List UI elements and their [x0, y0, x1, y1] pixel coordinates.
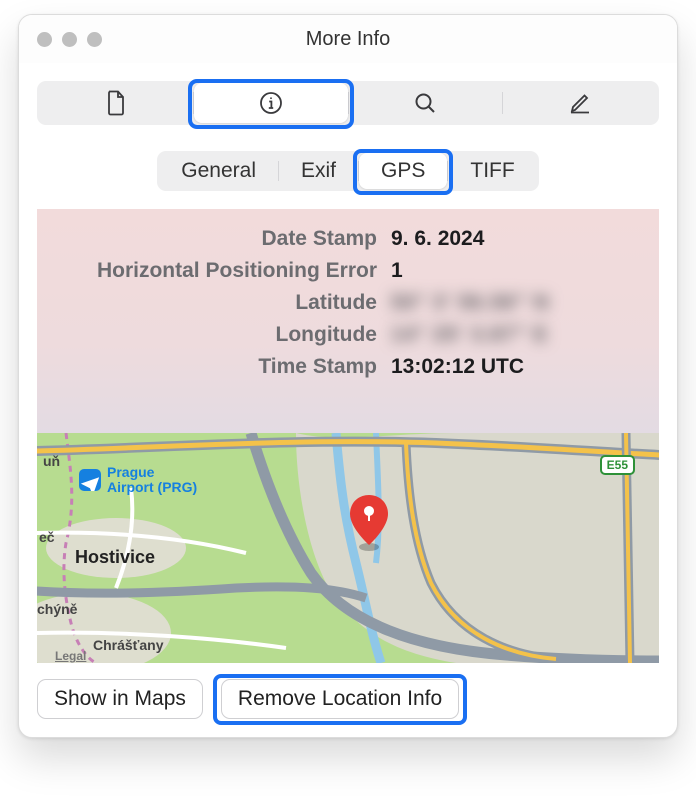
search-icon: [413, 91, 437, 115]
meta-label: Latitude: [37, 291, 377, 315]
meta-label: Date Stamp: [37, 227, 377, 251]
location-pin-icon: [347, 493, 391, 553]
tab-search[interactable]: [349, 83, 503, 123]
subtab-tiff[interactable]: TIFF: [448, 153, 536, 189]
metadata-tabs: General Exif GPS TIFF: [157, 151, 538, 191]
meta-value: 1: [391, 259, 659, 283]
tab-edit[interactable]: [503, 83, 657, 123]
place-label: uň: [43, 453, 60, 469]
map-legal-link[interactable]: Legal: [55, 649, 86, 663]
tab-document[interactable]: [39, 83, 193, 123]
meta-value-redacted: 50° 3' 56.56" N: [391, 291, 659, 315]
meta-row: Latitude 50° 3' 56.56" N: [37, 287, 659, 319]
subtab-gps[interactable]: GPS: [359, 153, 447, 189]
meta-value: 13:02:12 UTC: [391, 355, 659, 379]
road-badge: E55: [600, 455, 635, 475]
meta-row: Date Stamp 9. 6. 2024: [37, 223, 659, 255]
airport-label: Prague Airport (PRG): [79, 465, 197, 496]
location-map[interactable]: Prague Airport (PRG) uň eč Hostivice chý…: [37, 433, 659, 663]
meta-row: Longitude 14° 25' 3.87" E: [37, 319, 659, 351]
titlebar: More Info: [19, 15, 677, 63]
place-label: eč: [39, 529, 55, 545]
meta-row: Time Stamp 13:02:12 UTC: [37, 351, 659, 383]
meta-label: Time Stamp: [37, 355, 377, 379]
main-toolbar: [37, 81, 659, 125]
more-info-window: More Info General Exif GPS TIFF: [18, 14, 678, 738]
tab-info[interactable]: [194, 83, 348, 123]
info-icon: [259, 91, 283, 115]
subtab-exif[interactable]: Exif: [279, 153, 358, 189]
remove-location-button[interactable]: Remove Location Info: [221, 679, 459, 719]
subtab-general[interactable]: General: [159, 153, 278, 189]
city-label: Hostivice: [75, 547, 155, 568]
meta-row: Horizontal Positioning Error 1: [37, 255, 659, 287]
airplane-icon: [79, 469, 101, 491]
action-buttons-row: Show in Maps Remove Location Info: [37, 679, 659, 719]
airport-text: Prague Airport (PRG): [107, 465, 197, 496]
show-in-maps-button[interactable]: Show in Maps: [37, 679, 203, 719]
pencil-icon: [568, 91, 592, 115]
place-label: Chrášťany: [93, 637, 164, 653]
gps-metadata-panel: Date Stamp 9. 6. 2024 Horizontal Positio…: [37, 209, 659, 433]
meta-label: Longitude: [37, 323, 377, 347]
window-title: More Info: [19, 28, 677, 51]
meta-value: 9. 6. 2024: [391, 227, 659, 251]
meta-label: Horizontal Positioning Error: [37, 259, 377, 283]
place-label: chýně: [37, 601, 77, 617]
document-icon: [105, 90, 127, 116]
meta-value-redacted: 14° 25' 3.87" E: [391, 323, 659, 347]
subtab-label: GPS: [381, 159, 425, 183]
